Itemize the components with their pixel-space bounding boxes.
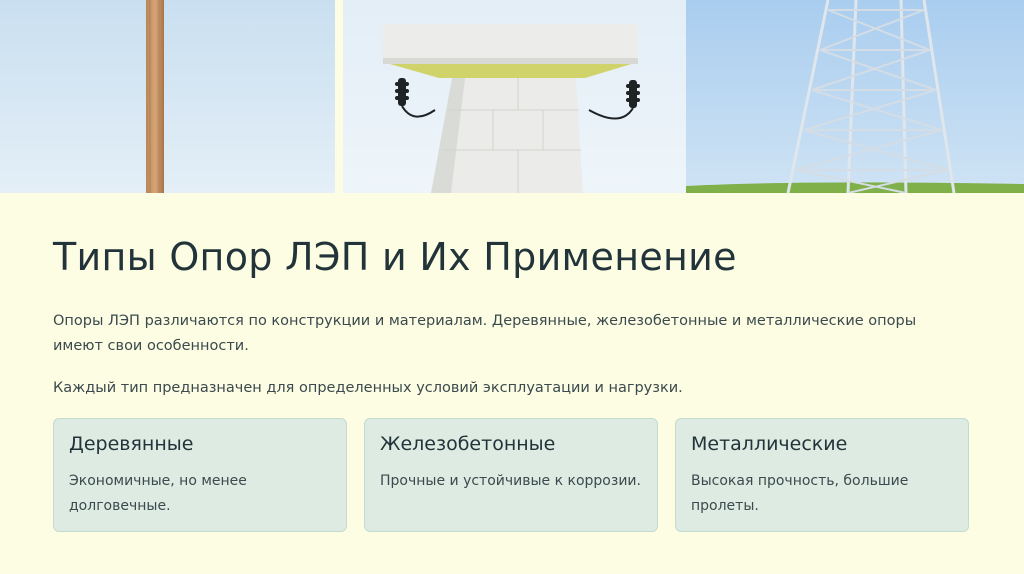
photo-strip: [0, 0, 1024, 193]
card-description: Высокая прочность, большие пролеты.: [691, 473, 909, 514]
card-description: Прочные и устойчивые к коррозии.: [380, 473, 641, 489]
metal-tower-image: [686, 0, 1024, 193]
pole-types-cards: Деревянные Экономичные, но менее долгове…: [53, 418, 969, 532]
usage-paragraph: Каждый тип предназначен для определенных…: [53, 380, 683, 396]
card-concrete: Железобетонные Прочные и устойчивые к ко…: [364, 418, 658, 532]
concrete-pole-image: [343, 0, 686, 193]
intro-paragraph: Опоры ЛЭП различаются по конструкции и м…: [53, 313, 917, 354]
card-title: Деревянные: [69, 433, 194, 455]
card-title: Металлические: [691, 433, 848, 455]
card-wooden: Деревянные Экономичные, но менее долгове…: [53, 418, 347, 532]
wooden-pole-image: [0, 0, 335, 193]
card-description: Экономичные, но менее долговечные.: [69, 473, 247, 514]
card-metal: Металлические Высокая прочность, большие…: [675, 418, 969, 532]
card-title: Железобетонные: [380, 433, 556, 455]
slide-title: Типы Опор ЛЭП и Их Применение: [53, 235, 737, 279]
